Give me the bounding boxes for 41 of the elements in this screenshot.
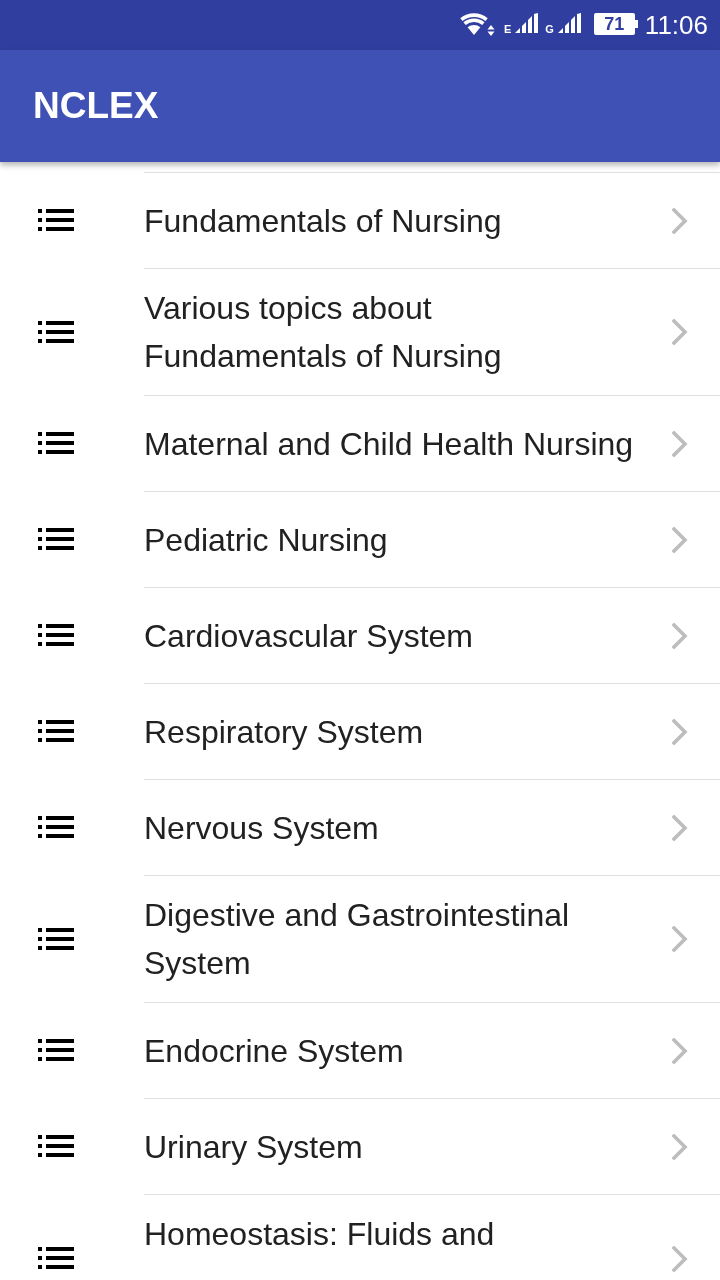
clock-time: 11:06: [644, 10, 708, 40]
topic-title[interactable]: Respiratory System: [144, 707, 424, 756]
topic-title[interactable]: Various topics about Fundamentals of Nursing: [144, 284, 640, 380]
chevron-right-icon: [672, 718, 688, 745]
topic-title[interactable]: Endocrine System: [144, 1026, 404, 1075]
chevron-right-icon: [672, 430, 688, 457]
app-title: NCLEX: [33, 84, 159, 128]
topic-title[interactable]: Fundamentals of Nursing: [144, 196, 502, 245]
chevron-right-icon: [672, 1133, 688, 1160]
battery-percent: 71: [604, 14, 625, 34]
signal-icon: [515, 13, 540, 33]
chevron-right-icon: [672, 926, 688, 952]
chevron-right-icon: [672, 622, 688, 649]
topic-title[interactable]: Maternal and Child Health Nursing: [144, 419, 634, 468]
list-icon: [38, 209, 74, 231]
list-icon: [38, 927, 74, 950]
network-type-label: G: [545, 23, 554, 35]
topic-title[interactable]: Digestive and Gastrointestinal System: [144, 891, 640, 987]
signal-icon: [557, 13, 582, 33]
list-icon: [38, 528, 74, 550]
chevron-right-icon: [672, 814, 688, 841]
list-icon: [38, 1039, 74, 1061]
topic-title[interactable]: Homeostasis: Fluids and: [144, 1210, 495, 1258]
topic-title[interactable]: Urinary System: [144, 1122, 363, 1171]
list-icon: [38, 1135, 74, 1157]
topic-title[interactable]: Pediatric Nursing: [144, 515, 388, 564]
chevron-right-icon: [672, 1245, 688, 1272]
wifi-icon: [459, 11, 496, 37]
chevron-right-icon: [672, 207, 688, 234]
list-icon: [38, 816, 74, 838]
list-icon: [38, 720, 74, 742]
chevron-right-icon: [672, 526, 688, 553]
list-icon: [38, 1247, 74, 1269]
network-type-label: E: [503, 23, 512, 35]
topic-title[interactable]: Cardiovascular System: [144, 611, 473, 660]
list-icon: [38, 320, 74, 343]
list-icon: [38, 624, 74, 646]
chevron-right-icon: [672, 319, 688, 345]
list-icon: [38, 432, 74, 454]
chevron-right-icon: [672, 1037, 688, 1064]
topic-title[interactable]: Nervous System: [144, 803, 379, 852]
